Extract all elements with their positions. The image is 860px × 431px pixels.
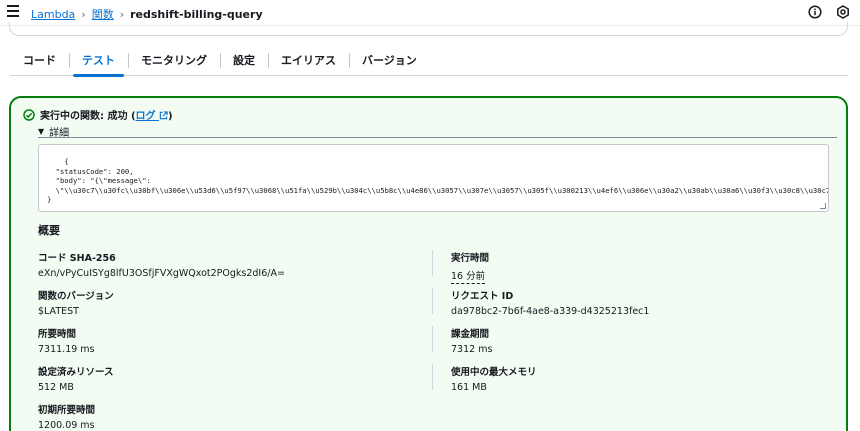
- breadcrumb: Lambda › 関数 › redshift-billing-query: [31, 6, 263, 22]
- divider: [38, 137, 837, 138]
- tab-test[interactable]: テスト: [69, 45, 128, 77]
- breadcrumb-functions[interactable]: 関数: [92, 6, 114, 22]
- tab-bar: コード テスト モニタリング 設定 エイリアス バージョン: [10, 45, 848, 77]
- summary-heading: 概要: [38, 224, 60, 237]
- external-link-icon: [159, 111, 168, 120]
- execution-time: 実行時間 16 分前: [451, 253, 490, 284]
- chevron-right-icon: ›: [81, 7, 86, 21]
- status-suffix: ): [168, 111, 173, 122]
- status-text: 実行中の関数: 成功 (: [40, 111, 136, 122]
- execution-result-panel: 実行中の関数: 成功 (ログ ) ▼ 詳細 { "statusCode": 20…: [9, 96, 848, 431]
- log-link[interactable]: ログ: [136, 111, 168, 122]
- tab-configuration[interactable]: 設定: [220, 45, 268, 76]
- result-status: 実行中の関数: 成功 (ログ ): [23, 107, 173, 122]
- max-memory-used: 使用中の最大メモリ 161 MB: [451, 367, 537, 393]
- chevron-right-icon: ›: [119, 7, 125, 21]
- duration: 所要時間 7311.19 ms: [38, 329, 95, 355]
- check-circle-icon: [23, 108, 35, 121]
- tab-code[interactable]: コード: [10, 45, 69, 76]
- response-output[interactable]: { "statusCode": 200, "body": "{\"message…: [38, 144, 829, 212]
- column-divider: [432, 250, 433, 276]
- execution-time-value[interactable]: 16 分前: [451, 268, 486, 284]
- init-duration: 初期所要時間 1200.09 ms: [38, 405, 96, 431]
- breadcrumb-lambda[interactable]: Lambda: [31, 8, 75, 21]
- column-divider: [432, 364, 433, 390]
- response-text: { "statusCode": 200, "body": "{\"message…: [47, 157, 829, 205]
- info-icon[interactable]: [808, 5, 822, 19]
- resize-handle[interactable]: [820, 203, 826, 209]
- breadcrumb-current: redshift-billing-query: [130, 7, 263, 21]
- request-id: リクエスト ID da978bc2-7b6f-4ae8-a339-d432521…: [451, 291, 650, 317]
- tab-monitoring[interactable]: モニタリング: [128, 45, 220, 76]
- billed-duration: 課金期間 7312 ms: [451, 329, 493, 355]
- column-divider: [432, 326, 433, 352]
- column-divider: [432, 288, 433, 314]
- code-sha256: コード SHA-256 eXn/vPyCuISYg8lfU3OSfjFVXgWQ…: [38, 253, 285, 279]
- settings-icon[interactable]: [836, 5, 850, 19]
- hamburger-icon[interactable]: [7, 5, 19, 17]
- collapsed-panel: [9, 22, 848, 36]
- function-version: 関数のバージョン $LATEST: [38, 291, 114, 317]
- configured-resources: 設定済みリソース 512 MB: [38, 367, 114, 393]
- tab-versions[interactable]: バージョン: [349, 45, 430, 76]
- caret-down-icon: ▼: [38, 127, 45, 136]
- tab-aliases[interactable]: エイリアス: [268, 45, 349, 76]
